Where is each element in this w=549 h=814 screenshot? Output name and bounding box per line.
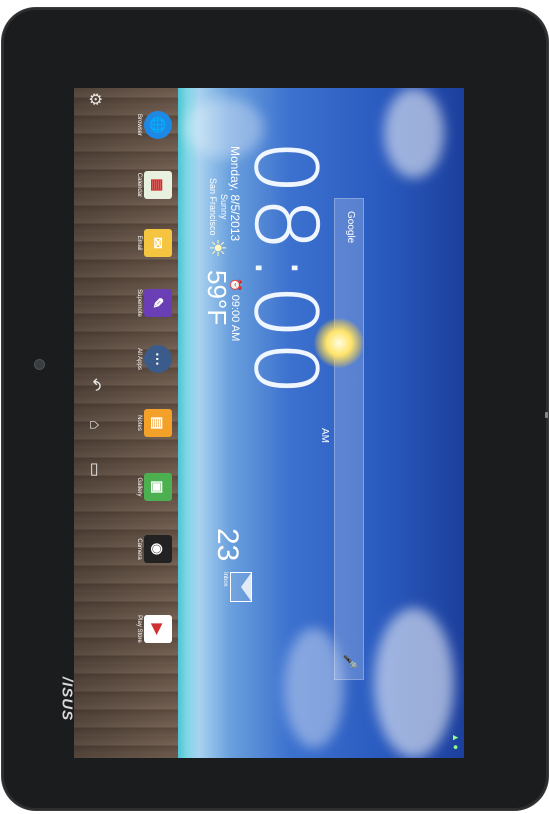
clock-ampm: AM xyxy=(319,428,330,443)
dock-app-camera[interactable]: ◉ Camera xyxy=(136,534,172,564)
email-count: 23 xyxy=(211,528,244,562)
dock-app-supernote[interactable]: ✎ Supernote xyxy=(136,288,172,318)
tablet-frame: /ISUS ▲ ● Google 🎤 08:00 AM Monday, 8/5/… xyxy=(2,8,548,810)
brand-logo-text: /ISUS xyxy=(58,676,76,722)
dock-app-gallery[interactable]: ▣ Gallery xyxy=(136,472,172,502)
notes-icon: ▤ xyxy=(144,409,172,437)
weather-city: San Francisco xyxy=(208,178,218,236)
email-widget[interactable]: 23 Inbox xyxy=(192,528,252,608)
status-bar: ▲ ● xyxy=(446,88,464,758)
dock-app-browser[interactable]: 🌐 Browser xyxy=(136,110,172,140)
front-camera xyxy=(35,360,44,369)
clock-time[interactable]: 08:00 xyxy=(235,140,336,398)
browser-icon: 🌐 xyxy=(144,111,172,139)
search-google-label: Google xyxy=(345,211,356,244)
email-icon: ✉ xyxy=(144,229,172,257)
weather-location[interactable]: Sunny San Francisco xyxy=(207,178,229,236)
dock-app-label: Notes xyxy=(136,415,142,431)
recent-apps-icon[interactable]: ▭ xyxy=(84,462,104,477)
play-store-icon: ▶ xyxy=(144,615,172,643)
all-apps-icon: ⋯ xyxy=(144,345,172,373)
dock-app-notes[interactable]: ▤ Notes xyxy=(136,408,172,438)
light-sensor xyxy=(545,412,548,418)
weather-temperature: 59°F xyxy=(202,270,232,326)
navigation-bar: ⚙ ↶ ⌂ ▭ xyxy=(74,88,114,758)
home-icon[interactable]: ⌂ xyxy=(84,420,104,430)
google-search-bar[interactable]: Google 🎤 xyxy=(334,198,364,680)
dock-app-label: Play Store xyxy=(136,615,142,643)
clock-date: Monday, 8/5/2013 xyxy=(228,146,242,242)
gallery-icon: ▣ xyxy=(144,473,172,501)
camera-icon: ◉ xyxy=(144,535,172,563)
dock-app-play-store[interactable]: ▶ Play Store xyxy=(136,614,172,644)
screen: ▲ ● Google 🎤 08:00 AM Monday, 8/5/2013 ⏰… xyxy=(74,88,464,758)
mail-icon xyxy=(230,572,252,602)
dock-app-label: Gallery xyxy=(136,477,142,497)
back-icon[interactable]: ↶ xyxy=(84,378,104,391)
dock-app-label: All Apps xyxy=(136,348,142,370)
dock-app-label: Camera xyxy=(136,538,142,560)
home-screen: ▲ ● Google 🎤 08:00 AM Monday, 8/5/2013 ⏰… xyxy=(74,88,464,758)
weather-condition: Sunny xyxy=(219,194,229,220)
supernote-icon: ✎ xyxy=(144,289,172,317)
dock-app-email[interactable]: ✉ Email xyxy=(136,228,172,258)
dock-app-label: Supernote xyxy=(136,289,142,317)
settings-icon[interactable]: ⚙ xyxy=(84,92,104,106)
dock-app-label: Calendar xyxy=(136,172,142,198)
dock-app-all-apps[interactable]: ⋯ All Apps xyxy=(136,344,172,374)
dock-app-label: Browser xyxy=(136,113,142,136)
dock-app-calendar[interactable]: ▦ Calendar xyxy=(136,170,172,200)
email-label: Inbox xyxy=(222,572,228,587)
app-dock: 🌐 Browser ▦ Calendar ✉ Email ✎ Supernote ⋯ All Ap… xyxy=(116,88,172,758)
microphone-icon[interactable]: 🎤 xyxy=(343,654,357,669)
sun-icon: ☀ xyxy=(205,238,230,258)
calendar-icon: ▦ xyxy=(144,171,172,199)
dock-app-label: Email xyxy=(136,235,142,251)
status-icons: ▲ ● xyxy=(451,733,461,750)
